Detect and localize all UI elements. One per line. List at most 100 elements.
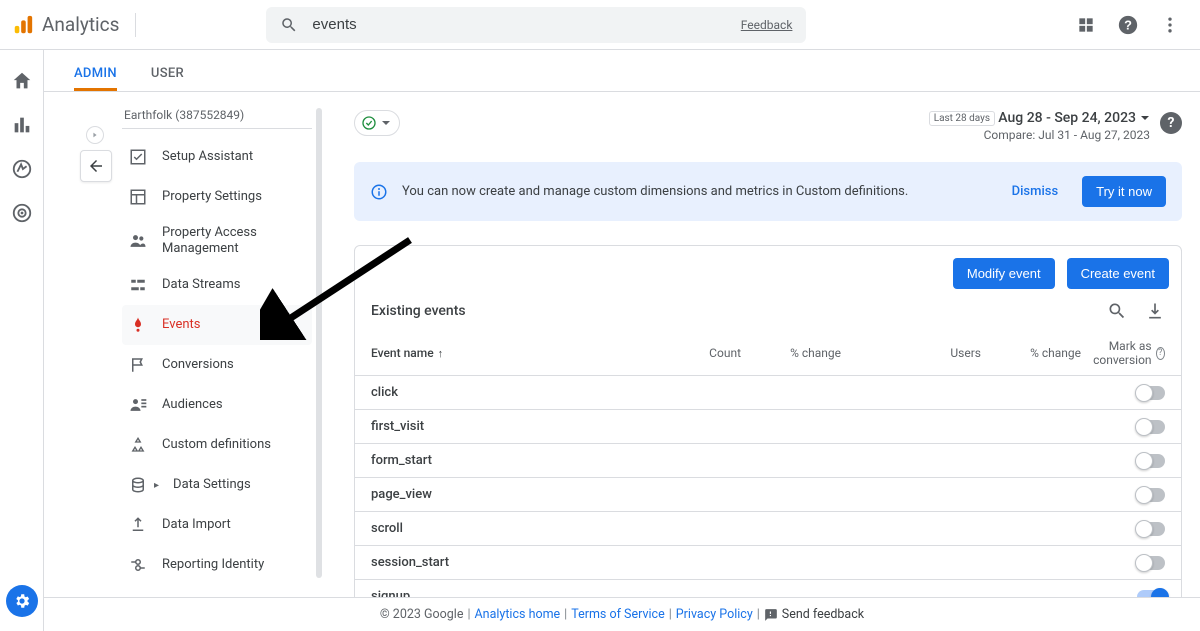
people-icon — [128, 231, 148, 251]
col-pct-change-1[interactable]: % change — [741, 346, 841, 360]
table-row[interactable]: scroll — [355, 512, 1181, 546]
layout-icon — [128, 187, 148, 207]
logo-divider — [135, 13, 136, 37]
tab-admin[interactable]: ADMIN — [74, 66, 117, 91]
conversion-toggle[interactable] — [1137, 488, 1165, 502]
info-banner: You can now create and manage custom dim… — [354, 162, 1182, 221]
property-header[interactable]: Earthfolk (387552849) — [122, 108, 312, 129]
col-pct-change-2[interactable]: % change — [981, 346, 1081, 360]
back-button[interactable] — [80, 150, 112, 182]
section-tabs: ADMIN USER — [44, 50, 1200, 92]
conversion-toggle[interactable] — [1137, 556, 1165, 570]
tab-user[interactable]: USER — [151, 66, 184, 91]
chevron-down-icon — [1140, 113, 1150, 123]
col-event-name[interactable]: Event name ↑ — [371, 346, 621, 360]
footer-tos[interactable]: Terms of Service — [571, 607, 664, 622]
nav-conversions[interactable]: Conversions — [122, 345, 312, 385]
svg-text:?: ? — [1124, 17, 1132, 32]
footer-analytics-home[interactable]: Analytics home — [475, 607, 561, 622]
modify-event-button[interactable]: Modify event — [953, 258, 1055, 289]
search-icon — [280, 16, 298, 34]
more-icon[interactable] — [1158, 13, 1182, 37]
table-row[interactable]: click — [355, 376, 1181, 410]
product-name: Analytics — [42, 13, 119, 36]
property-nav-list: Setup Assistant Property Settings Proper… — [122, 137, 312, 585]
cell-event-name: session_start — [371, 555, 621, 570]
download-icon[interactable] — [1145, 301, 1165, 321]
cell-event-name: form_start — [371, 453, 621, 468]
conversion-toggle[interactable] — [1137, 386, 1165, 400]
nav-custom-definitions[interactable]: Custom definitions — [122, 425, 312, 465]
nav-events[interactable]: Events — [122, 305, 312, 345]
apps-icon[interactable] — [1074, 13, 1098, 37]
nav-property-access[interactable]: Property Access Management — [122, 217, 312, 265]
table-row[interactable]: first_visit — [355, 410, 1181, 444]
footer-privacy[interactable]: Privacy Policy — [676, 607, 753, 622]
conversion-toggle[interactable] — [1137, 522, 1165, 536]
conversion-toggle[interactable] — [1137, 454, 1165, 468]
status-check-icon — [361, 115, 377, 131]
search-feedback-link[interactable]: Feedback — [741, 18, 793, 32]
table-body: click first_visit form_start page_viewscrol… — [355, 376, 1181, 614]
info-icon — [370, 183, 388, 201]
help-icon[interactable]: ? — [1116, 13, 1140, 37]
property-scrollbar[interactable] — [316, 108, 322, 578]
cell-event-name: scroll — [371, 521, 621, 536]
advertising-icon[interactable] — [11, 202, 33, 224]
banner-dismiss[interactable]: Dismiss — [1012, 184, 1059, 199]
footer-send-feedback[interactable]: Send feedback — [764, 607, 864, 622]
date-range-picker[interactable]: Aug 28 - Sep 24, 2023 — [998, 110, 1150, 126]
table-row[interactable]: page_view — [355, 478, 1181, 512]
main-content: Last 28 days Aug 28 - Sep 24, 2023 Compa… — [354, 92, 1200, 631]
events-card: Modify event Create event Existing event… — [354, 245, 1182, 615]
cell-event-name: click — [371, 385, 621, 400]
cell-event-name: page_view — [371, 487, 621, 502]
nav-data-settings[interactable]: ▸ Data Settings — [122, 465, 312, 505]
property-column: Earthfolk (387552849) Setup Assistant Pr… — [44, 92, 354, 631]
home-icon[interactable] — [11, 70, 33, 92]
definitions-icon — [128, 435, 148, 455]
page-help-icon[interactable]: ? — [1160, 112, 1182, 134]
explore-icon[interactable] — [11, 158, 33, 180]
table-search-icon[interactable] — [1107, 301, 1127, 321]
col-count[interactable]: Count — [621, 346, 741, 360]
footer-copyright: © 2023 Google — [380, 607, 464, 622]
checkbox-icon — [128, 147, 148, 167]
collapse-indicator-icon[interactable] — [86, 126, 104, 144]
streams-icon — [128, 275, 148, 295]
banner-cta-button[interactable]: Try it now — [1082, 176, 1166, 207]
top-bar: Analytics Feedback ? — [0, 0, 1200, 50]
banner-text: You can now create and manage custom dim… — [402, 184, 998, 199]
analytics-logo-icon — [12, 14, 34, 36]
audience-icon — [128, 395, 148, 415]
nav-reporting-identity[interactable]: Reporting Identity — [122, 545, 312, 585]
identity-icon — [128, 555, 148, 575]
table-row[interactable]: session_start — [355, 546, 1181, 580]
create-event-button[interactable]: Create event — [1067, 258, 1169, 289]
product-logo[interactable]: Analytics — [8, 13, 136, 37]
status-pill[interactable] — [354, 110, 400, 136]
topbar-actions: ? — [1074, 13, 1188, 37]
nav-audiences[interactable]: Audiences — [122, 385, 312, 425]
search-input[interactable] — [312, 16, 726, 33]
left-rail — [0, 50, 44, 631]
nav-data-import[interactable]: Data Import — [122, 505, 312, 545]
caret-right-icon: ▸ — [154, 480, 159, 491]
date-compare: Compare: Jul 31 - Aug 27, 2023 — [929, 128, 1150, 142]
search-box[interactable]: Feedback — [266, 7, 806, 43]
reports-icon[interactable] — [11, 114, 33, 136]
nav-data-streams[interactable]: Data Streams — [122, 265, 312, 305]
events-icon — [128, 315, 148, 335]
table-row[interactable]: form_start — [355, 444, 1181, 478]
nav-setup-assistant[interactable]: Setup Assistant — [122, 137, 312, 177]
table-header: Event name ↑ Count % change Users % chan… — [355, 331, 1181, 376]
nav-property-settings[interactable]: Property Settings — [122, 177, 312, 217]
feedback-icon — [764, 608, 778, 622]
date-chip: Last 28 days — [929, 111, 995, 126]
col-users[interactable]: Users — [841, 346, 981, 360]
cell-event-name: first_visit — [371, 419, 621, 434]
mark-help-icon[interactable]: ? — [1156, 347, 1165, 360]
chevron-down-icon — [381, 118, 391, 128]
conversion-toggle[interactable] — [1137, 420, 1165, 434]
admin-gear-button[interactable] — [6, 585, 38, 617]
